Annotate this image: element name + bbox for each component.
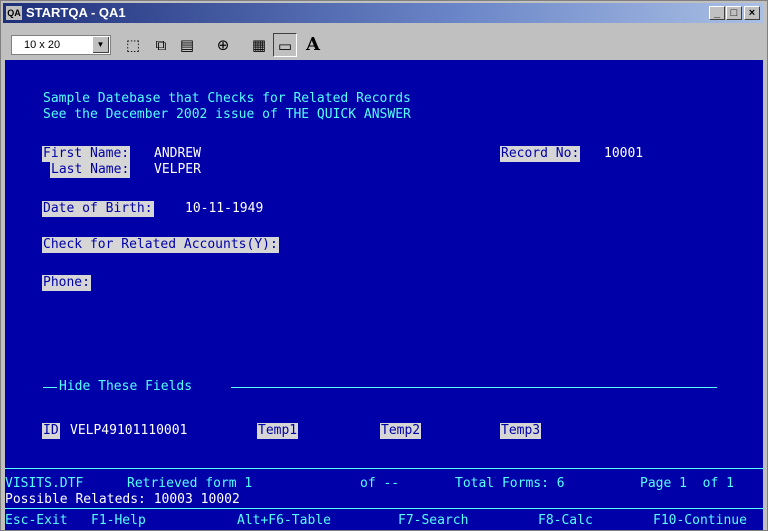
title-bar[interactable]: QA STARTQA - QA1 _ □ × xyxy=(3,3,763,23)
font-size-select[interactable]: 10 x 20 ▼ xyxy=(11,35,111,55)
minimize-button[interactable]: _ xyxy=(709,6,725,20)
section-divider-left xyxy=(43,387,57,388)
status-page: Page 1 of 1 xyxy=(640,476,734,491)
section-divider-right xyxy=(231,387,717,388)
hide-fields-title: Hide These Fields xyxy=(59,379,193,394)
toolbar: 10 x 20 ▼ ⬚ ⧉ ▤ ⊕ ▦ ▭ A xyxy=(3,25,763,57)
form-header-line2: See the December 2002 issue of THE QUICK… xyxy=(43,107,411,122)
first-name-label: First Name: xyxy=(42,146,131,162)
status-possible-relateds: Possible Relateds: 10003 10002 xyxy=(5,492,240,507)
font-size-value: 10 x 20 xyxy=(24,39,61,51)
dob-field[interactable]: 10-11-1949 xyxy=(185,201,263,217)
id-label: ID xyxy=(42,423,60,439)
key-f7-search[interactable]: F7-Search xyxy=(398,513,468,529)
key-esc-exit[interactable]: Esc-Exit xyxy=(5,513,68,529)
key-f10-continue[interactable]: F10-Continue xyxy=(653,513,747,529)
status-retrieved: Retrieved form 1 xyxy=(127,476,253,491)
form-header-line1: Sample Datebase that Checks for Related … xyxy=(43,91,411,106)
temp3-label: Temp3 xyxy=(500,423,542,439)
id-field[interactable]: VELP49101110001 xyxy=(70,423,187,439)
qa-form-screen: Sample Datebase that Checks for Related … xyxy=(5,60,763,530)
key-f1-help[interactable]: F1-Help xyxy=(91,513,146,529)
paste-icon[interactable]: ▤ xyxy=(175,33,199,57)
status-total-forms: Total Forms: 6 xyxy=(455,476,565,491)
status-filename: VISITS.DTF xyxy=(5,476,84,491)
temp2-label: Temp2 xyxy=(380,423,422,439)
properties-icon[interactable]: ▦ xyxy=(247,33,271,57)
dob-label: Date of Birth: xyxy=(42,201,154,217)
close-button[interactable]: × xyxy=(744,6,760,20)
app-icon[interactable]: QA xyxy=(6,6,22,20)
record-no-field[interactable]: 10001 xyxy=(604,146,643,162)
related-accounts-label: Check for Related Accounts(Y): xyxy=(42,237,279,253)
background-icon[interactable]: ▭ xyxy=(273,33,297,57)
key-f8-calc[interactable]: F8-Calc xyxy=(538,513,593,529)
record-no-label: Record No: xyxy=(500,146,581,162)
last-name-field[interactable]: VELPER xyxy=(154,162,201,178)
mark-icon[interactable]: ⬚ xyxy=(121,33,145,57)
status-of: of -- xyxy=(360,476,400,491)
status-bar: VISITS.DTF Retrieved form 1 of -- Total … xyxy=(5,468,763,530)
chevron-down-icon[interactable]: ▼ xyxy=(93,37,109,53)
first-name-field[interactable]: ANDREW xyxy=(154,146,201,162)
fullscreen-icon[interactable]: ⊕ xyxy=(211,33,235,57)
font-icon[interactable]: A xyxy=(301,33,325,57)
status-bottom-line xyxy=(5,508,763,509)
maximize-button[interactable]: □ xyxy=(726,6,742,20)
copy-icon[interactable]: ⧉ xyxy=(149,33,173,57)
status-top-line xyxy=(5,468,763,469)
window-title: STARTQA - QA1 xyxy=(26,5,126,20)
phone-label: Phone: xyxy=(42,275,91,291)
key-alt-f6-table[interactable]: Alt+F6-Table xyxy=(237,513,331,529)
temp1-label: Temp1 xyxy=(257,423,299,439)
app-window: QA STARTQA - QA1 _ □ × 10 x 20 ▼ ⬚ ⧉ ▤ ⊕… xyxy=(0,0,768,531)
last-name-label: Last Name: xyxy=(50,162,131,178)
